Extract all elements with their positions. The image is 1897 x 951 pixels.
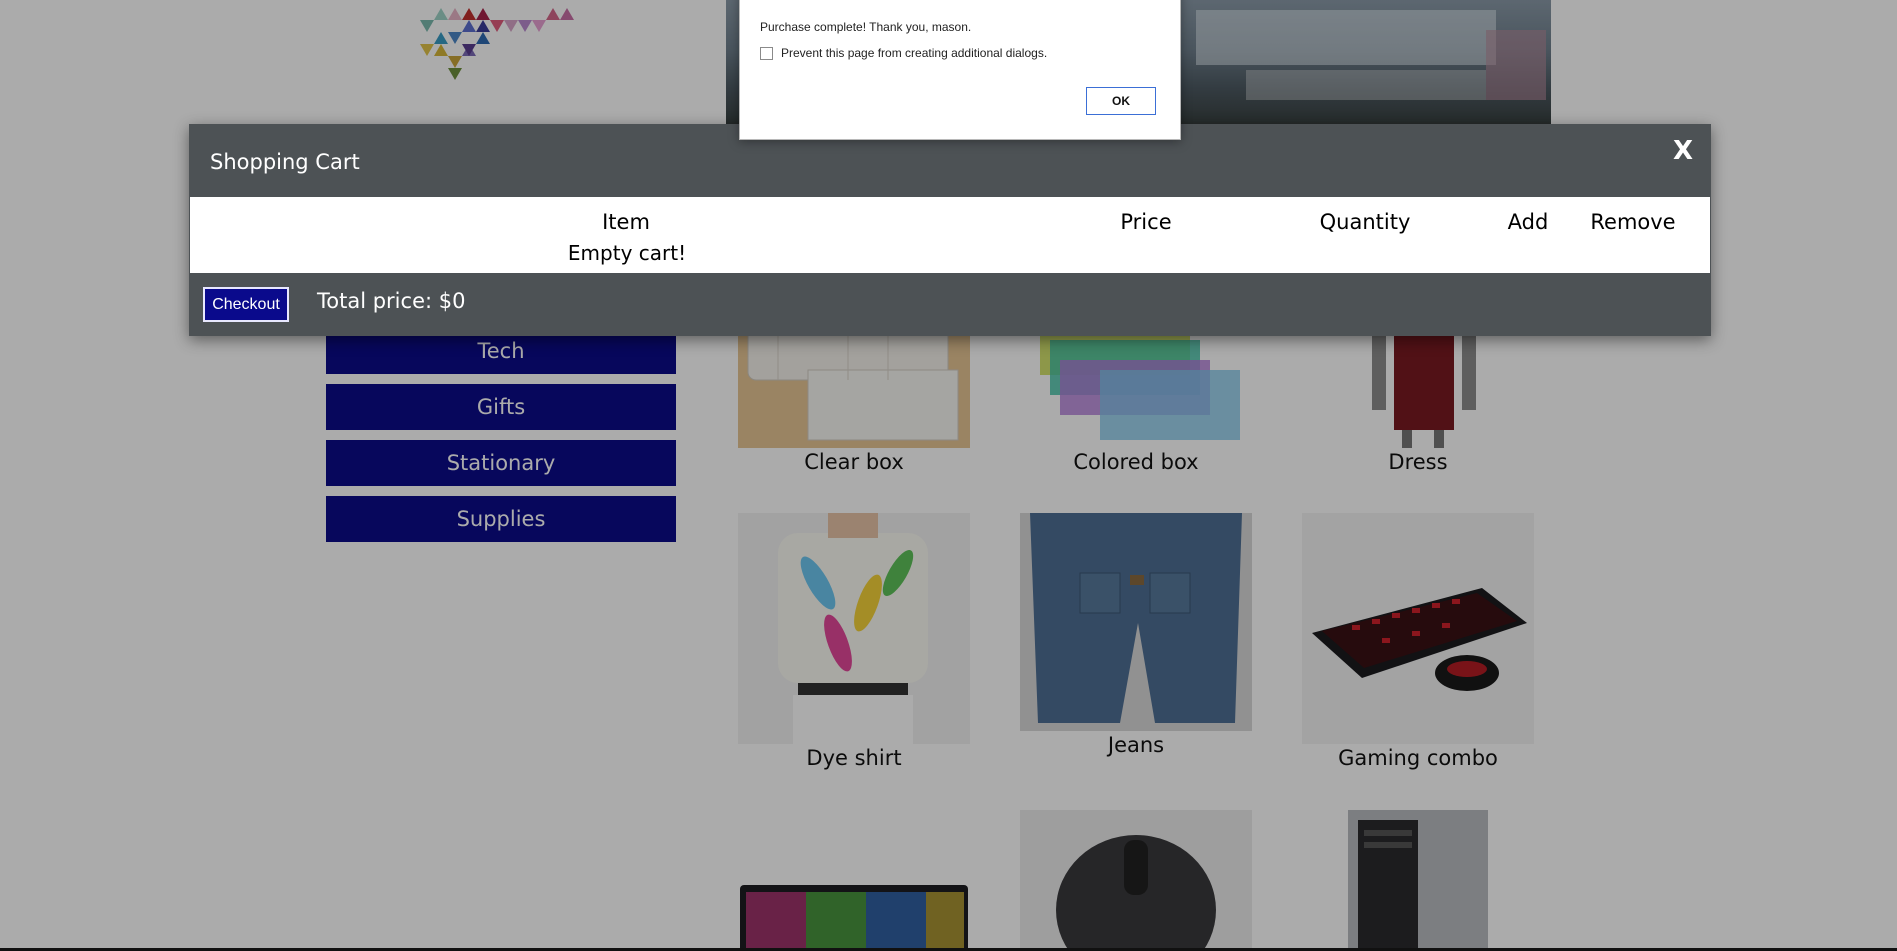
prevent-dialogs-label: Prevent this page from creating addition… xyxy=(781,46,1048,60)
column-header-item: Item xyxy=(602,210,650,234)
prevent-dialogs-option[interactable]: Prevent this page from creating addition… xyxy=(760,46,1047,60)
cart-table: Item Price Quantity Add Remove Empty car… xyxy=(190,197,1710,273)
total-price: Total price: $0 xyxy=(317,289,466,313)
prevent-dialogs-checkbox[interactable] xyxy=(760,46,773,60)
column-header-remove: Remove xyxy=(1590,210,1676,234)
close-icon[interactable]: X xyxy=(1673,136,1693,166)
shopping-cart-modal: Shopping Cart X Item Price Quantity Add … xyxy=(189,124,1711,336)
column-header-quantity: Quantity xyxy=(1319,210,1411,234)
empty-cart-message: Empty cart! xyxy=(567,241,687,265)
ok-button[interactable]: OK xyxy=(1086,87,1156,115)
checkout-button[interactable]: Checkout xyxy=(203,287,289,322)
alert-dialog: Purchase complete! Thank you, mason. Pre… xyxy=(739,0,1181,140)
column-header-price: Price xyxy=(1120,210,1172,234)
column-header-add: Add xyxy=(1507,210,1549,234)
alert-message: Purchase complete! Thank you, mason. xyxy=(760,20,972,34)
cart-title: Shopping Cart xyxy=(210,150,360,174)
